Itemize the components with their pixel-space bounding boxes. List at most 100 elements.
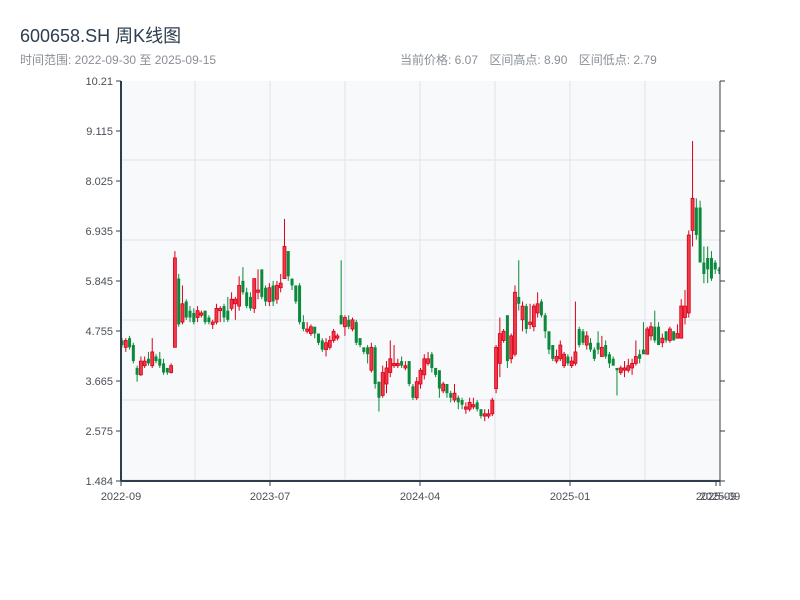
candle-body: [154, 356, 158, 362]
candle-body: [664, 331, 668, 341]
candle-body: [286, 251, 290, 277]
candle-body: [490, 399, 495, 415]
candle-up: [252, 278, 257, 313]
candle-body: [599, 346, 604, 357]
candle-body: [543, 315, 547, 332]
candle-down: [411, 384, 415, 401]
candle-down: [672, 331, 676, 341]
candle-body: [589, 342, 593, 350]
candle-body: [347, 319, 351, 327]
candle-down: [260, 269, 264, 300]
candle-up: [490, 397, 495, 417]
y-tick-label: 1.484: [85, 476, 113, 488]
candle-body: [271, 285, 275, 302]
candle-body: [400, 361, 404, 366]
y-tick-label: 5.845: [85, 276, 113, 288]
candle-body: [229, 298, 234, 309]
candle-body: [309, 326, 313, 334]
candle-body: [301, 322, 305, 329]
candle-body: [131, 345, 135, 362]
x-tick-label: 2022-09: [101, 491, 141, 503]
candle-body: [686, 234, 691, 314]
candle-body: [354, 322, 358, 343]
candle-body: [645, 328, 650, 355]
candle-body: [260, 269, 264, 297]
x-tick-label: 2024-04: [400, 491, 440, 503]
candle-body: [327, 340, 332, 348]
candle-body: [388, 358, 393, 373]
candle-up: [509, 333, 514, 364]
y-tick-label: 10.21: [85, 76, 113, 88]
candle-body: [294, 285, 298, 302]
candle-body: [290, 278, 294, 286]
candle-body: [486, 413, 491, 417]
candle-body: [437, 370, 441, 389]
candle-body: [713, 262, 717, 270]
candle-body: [203, 310, 207, 323]
candle-body: [467, 401, 472, 410]
candle-up: [172, 251, 177, 348]
candle-body: [630, 362, 634, 369]
candle-body: [264, 287, 268, 302]
candle-body: [452, 392, 457, 401]
candle-body: [418, 369, 423, 385]
candle-body: [694, 207, 698, 236]
candle-body: [581, 331, 585, 343]
candle-body: [177, 278, 181, 325]
candle-body: [426, 358, 430, 364]
candle-body: [373, 347, 377, 385]
candle-body: [675, 333, 680, 339]
candle-body: [562, 353, 566, 367]
candle-down: [577, 326, 581, 348]
candle-body: [395, 362, 400, 367]
candle-up: [667, 326, 672, 343]
candle-down: [294, 285, 298, 304]
candle-down: [354, 319, 358, 346]
candle-body: [626, 365, 631, 371]
candle-body: [135, 367, 139, 375]
candle-down: [131, 342, 135, 364]
candle-body: [275, 285, 279, 300]
candle-body: [369, 346, 374, 371]
candle-down: [581, 328, 585, 346]
candle-body: [188, 310, 192, 318]
candle-body: [517, 296, 521, 304]
candle-body: [505, 315, 509, 362]
candle-body: [558, 344, 563, 360]
candle-down: [551, 345, 555, 362]
candle-body: [138, 360, 143, 376]
candle-body: [298, 285, 302, 323]
candle-body: [520, 305, 525, 321]
candle-body: [501, 330, 506, 341]
candle-body: [313, 326, 317, 334]
candle-down: [539, 299, 543, 318]
x-tick-label: 2023-07: [250, 491, 290, 503]
y-tick-label: 6.935: [85, 226, 113, 238]
candle-body: [679, 305, 684, 339]
candle-body: [618, 367, 623, 373]
candle-body: [698, 207, 702, 263]
candle-body: [339, 315, 343, 325]
candle-body: [690, 197, 695, 231]
x-tick-label: 2025-01: [550, 491, 590, 503]
candle-body: [577, 328, 581, 346]
candle-body: [305, 328, 310, 332]
candle-body: [222, 306, 226, 318]
candle-body: [142, 360, 147, 367]
candle-body: [672, 331, 676, 341]
candle-body: [233, 298, 238, 305]
candle-body: [653, 326, 657, 341]
candle-body: [384, 367, 389, 385]
y-tick-label: 4.755: [85, 326, 113, 338]
candle-body: [622, 367, 627, 371]
candle-body: [169, 365, 174, 373]
candle-body: [331, 330, 336, 341]
candle-body: [683, 305, 687, 318]
candle-body: [657, 326, 661, 346]
candle-body: [218, 307, 223, 312]
candle-body: [195, 310, 200, 318]
candle-body: [702, 262, 706, 274]
candle-body: [709, 257, 713, 279]
candle-body: [184, 301, 188, 318]
y-tick-label: 9.115: [86, 126, 113, 138]
